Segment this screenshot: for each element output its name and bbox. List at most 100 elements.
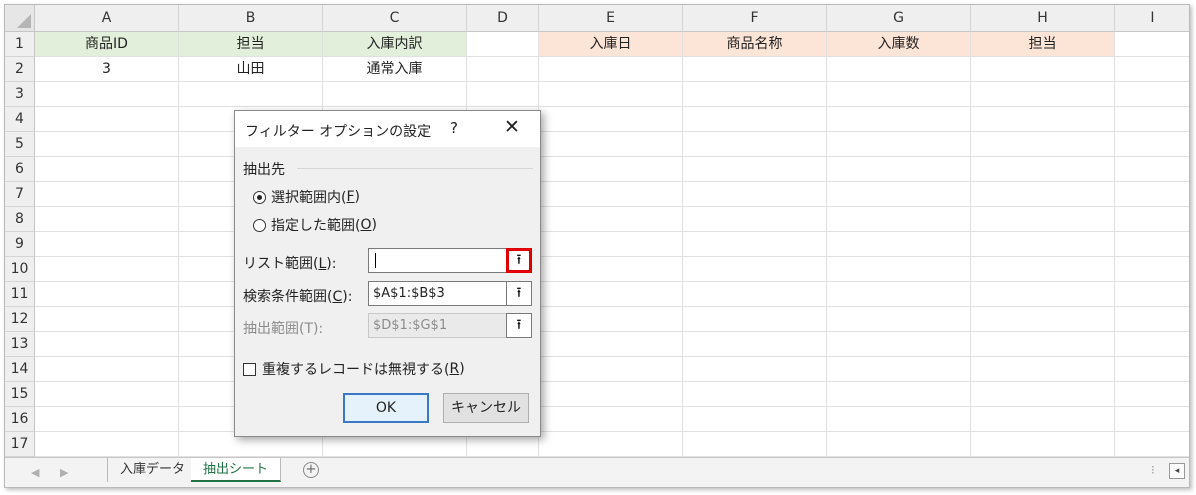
cell-f3[interactable]: [683, 82, 827, 107]
cell-a8[interactable]: [35, 207, 179, 232]
cell-e9[interactable]: [539, 232, 683, 257]
sheet-tab-nyuko-data[interactable]: 入庫データ: [108, 458, 199, 482]
cell-a9[interactable]: [35, 232, 179, 257]
ok-button[interactable]: OK: [343, 393, 429, 423]
row-header-6[interactable]: 6: [5, 157, 35, 182]
row-header-17[interactable]: 17: [5, 432, 35, 457]
row-header-16[interactable]: 16: [5, 407, 35, 432]
cell-h1[interactable]: 担当: [971, 32, 1115, 57]
cell-h6[interactable]: [971, 157, 1115, 182]
cell-b2[interactable]: 山田: [179, 57, 323, 82]
cell-e6[interactable]: [539, 157, 683, 182]
cell-h14[interactable]: [971, 357, 1115, 382]
cell-i1[interactable]: [1115, 32, 1189, 57]
cell-i7[interactable]: [1115, 182, 1189, 207]
cell-a12[interactable]: [35, 307, 179, 332]
cell-e12[interactable]: [539, 307, 683, 332]
cell-g2[interactable]: [827, 57, 971, 82]
cell-i11[interactable]: [1115, 282, 1189, 307]
cell-g4[interactable]: [827, 107, 971, 132]
radio-in-place-indicator[interactable]: [253, 190, 266, 204]
cell-i12[interactable]: [1115, 307, 1189, 332]
cell-g11[interactable]: [827, 282, 971, 307]
cell-f8[interactable]: [683, 207, 827, 232]
column-header-c[interactable]: C: [323, 5, 467, 32]
cell-b3[interactable]: [179, 82, 323, 107]
cell-g10[interactable]: [827, 257, 971, 282]
cell-h16[interactable]: [971, 407, 1115, 432]
cell-e17[interactable]: [539, 432, 683, 457]
cell-h4[interactable]: [971, 107, 1115, 132]
cell-d2[interactable]: [467, 57, 539, 82]
row-header-13[interactable]: 13: [5, 332, 35, 357]
column-header-a[interactable]: A: [35, 5, 179, 32]
cell-e8[interactable]: [539, 207, 683, 232]
cell-f5[interactable]: [683, 132, 827, 157]
more-options-icon[interactable]: ⁝: [1151, 463, 1155, 477]
cell-f17[interactable]: [683, 432, 827, 457]
cell-a11[interactable]: [35, 282, 179, 307]
cell-i14[interactable]: [1115, 357, 1189, 382]
cell-a6[interactable]: [35, 157, 179, 182]
cell-f11[interactable]: [683, 282, 827, 307]
cell-h10[interactable]: [971, 257, 1115, 282]
cell-g9[interactable]: [827, 232, 971, 257]
cell-i3[interactable]: [1115, 82, 1189, 107]
cell-i6[interactable]: [1115, 157, 1189, 182]
radio-copy-indicator[interactable]: [253, 218, 266, 232]
cell-d3[interactable]: [467, 82, 539, 107]
cell-e14[interactable]: [539, 357, 683, 382]
column-header-d[interactable]: D: [467, 5, 539, 32]
cell-i13[interactable]: [1115, 332, 1189, 357]
cell-e16[interactable]: [539, 407, 683, 432]
cell-i4[interactable]: [1115, 107, 1189, 132]
cell-e7[interactable]: [539, 182, 683, 207]
cell-e5[interactable]: [539, 132, 683, 157]
cell-i10[interactable]: [1115, 257, 1189, 282]
column-header-b[interactable]: B: [179, 5, 323, 32]
cell-g16[interactable]: [827, 407, 971, 432]
cell-g17[interactable]: [827, 432, 971, 457]
cell-i8[interactable]: [1115, 207, 1189, 232]
column-header-h[interactable]: H: [971, 5, 1115, 32]
cell-a14[interactable]: [35, 357, 179, 382]
cancel-button[interactable]: キャンセル: [443, 393, 529, 423]
next-sheet-icon[interactable]: ▶: [60, 466, 68, 479]
criteria-range-input[interactable]: $A$1:$B$3: [368, 281, 508, 306]
row-header-5[interactable]: 5: [5, 132, 35, 157]
add-sheet-icon[interactable]: +: [303, 462, 319, 478]
row-header-4[interactable]: 4: [5, 107, 35, 132]
cell-a15[interactable]: [35, 382, 179, 407]
cell-a2[interactable]: 3: [35, 57, 179, 82]
cell-f9[interactable]: [683, 232, 827, 257]
row-header-15[interactable]: 15: [5, 382, 35, 407]
cell-a10[interactable]: [35, 257, 179, 282]
unique-records-checkbox[interactable]: [243, 362, 256, 376]
cell-i2[interactable]: [1115, 57, 1189, 82]
cell-a4[interactable]: [35, 107, 179, 132]
list-range-input[interactable]: [368, 248, 508, 273]
cell-g5[interactable]: [827, 132, 971, 157]
row-header-8[interactable]: 8: [5, 207, 35, 232]
cell-h11[interactable]: [971, 282, 1115, 307]
cell-a5[interactable]: [35, 132, 179, 157]
prev-sheet-icon[interactable]: ◀: [31, 466, 39, 479]
cell-h17[interactable]: [971, 432, 1115, 457]
row-header-2[interactable]: 2: [5, 57, 35, 82]
list-range-collapse-button[interactable]: ⭱: [506, 248, 532, 273]
cell-f2[interactable]: [683, 57, 827, 82]
cell-f6[interactable]: [683, 157, 827, 182]
cell-f16[interactable]: [683, 407, 827, 432]
cell-h8[interactable]: [971, 207, 1115, 232]
cell-e4[interactable]: [539, 107, 683, 132]
column-header-i[interactable]: I: [1115, 5, 1189, 32]
cell-a1[interactable]: 商品ID: [35, 32, 179, 57]
cell-g1[interactable]: 入庫数: [827, 32, 971, 57]
cell-g13[interactable]: [827, 332, 971, 357]
column-header-f[interactable]: F: [683, 5, 827, 32]
cell-c3[interactable]: [323, 82, 467, 107]
cell-e2[interactable]: [539, 57, 683, 82]
cell-h15[interactable]: [971, 382, 1115, 407]
cell-h12[interactable]: [971, 307, 1115, 332]
cell-e13[interactable]: [539, 332, 683, 357]
